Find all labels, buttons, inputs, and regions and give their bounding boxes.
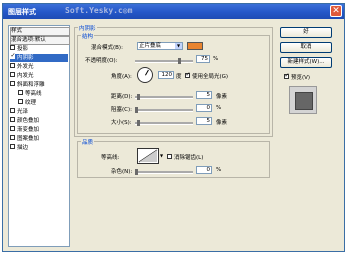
close-icon: ✕ — [332, 6, 340, 16]
style-list-item-outer-glow[interactable]: 外发光 — [10, 63, 68, 71]
style-list-label: 渐变叠加 — [17, 127, 40, 133]
style-list-item-contour[interactable]: 等高线 — [10, 90, 76, 98]
checkbox[interactable] — [10, 72, 15, 77]
checkbox[interactable] — [10, 144, 15, 149]
checkbox[interactable] — [10, 135, 15, 140]
noise-input[interactable]: 0 — [196, 166, 212, 174]
checkbox[interactable] — [10, 63, 15, 68]
style-list-label: 纹理 — [25, 100, 37, 106]
style-list-item-stroke[interactable]: 描边 — [10, 144, 68, 152]
checkbox[interactable] — [10, 117, 15, 122]
shadow-color-swatch[interactable] — [187, 42, 203, 50]
checkbox[interactable] — [10, 52, 16, 60]
chevron-down-icon: ▼ — [175, 43, 182, 49]
blend-mode-label: 混合模式(B): — [91, 45, 123, 51]
style-preview — [289, 86, 317, 114]
style-list-label: 描边 — [17, 145, 29, 151]
checkbox[interactable] — [10, 81, 15, 86]
contour-label: 等高线: — [101, 155, 120, 161]
angle-input[interactable]: 120 — [158, 71, 174, 79]
layer-style-dialog: 图层样式 Soft.Yesky.c◎m ✕ 样式 混合选项:默认 投影 内阴影 … — [2, 3, 345, 252]
distance-label: 距离(D): — [111, 94, 133, 100]
distance-slider-thumb[interactable] — [137, 94, 140, 100]
style-list-label: 斜面和浮雕 — [17, 82, 45, 88]
antialias-checkbox[interactable] — [167, 154, 172, 159]
style-list-item-styles[interactable]: 样式 — [10, 27, 70, 36]
opacity-slider[interactable] — [135, 58, 193, 64]
size-input[interactable]: 5 — [196, 117, 212, 125]
title-bar[interactable]: 图层样式 Soft.Yesky.c◎m ✕ — [3, 4, 344, 19]
checkbox[interactable] — [18, 90, 23, 95]
choke-slider[interactable] — [135, 107, 193, 113]
opacity-unit: % — [213, 56, 219, 62]
distance-slider[interactable] — [135, 94, 193, 100]
style-list-label: 等高线 — [25, 91, 42, 97]
blend-mode-select[interactable]: 正片叠底 ▼ — [137, 42, 183, 50]
inner-shadow-title: 内阴影 — [78, 24, 97, 32]
style-list-item-satin[interactable]: 光泽 — [10, 108, 68, 116]
style-list-label: 颜色叠加 — [17, 118, 40, 124]
preview-label: 预览(V) — [291, 75, 311, 81]
quality-title: 品质 — [81, 138, 95, 146]
distance-input[interactable]: 5 — [196, 91, 212, 99]
size-label: 大小(S): — [111, 120, 132, 126]
choke-input[interactable]: 0 — [196, 104, 212, 112]
size-slider-thumb[interactable] — [137, 120, 140, 126]
contour-picker[interactable] — [137, 148, 159, 164]
new-style-button[interactable]: 新建样式(W)... — [280, 57, 332, 68]
style-list-item-gradient-overlay[interactable]: 渐变叠加 — [10, 126, 68, 134]
style-list-label: 样式 — [11, 28, 23, 34]
chevron-down-icon[interactable]: ▼ — [160, 153, 163, 158]
size-unit: 像素 — [216, 120, 228, 126]
noise-slider-thumb[interactable] — [135, 169, 138, 175]
style-list-item-inner-glow[interactable]: 内发光 — [10, 72, 68, 80]
angle-dial[interactable] — [137, 67, 153, 83]
style-list-label: 内发光 — [17, 73, 34, 79]
angle-unit: 度 — [176, 74, 182, 80]
checkbox[interactable] — [10, 126, 15, 131]
global-light-label: 使用全局光(G) — [192, 74, 229, 80]
choke-unit: % — [216, 105, 222, 111]
style-list: 样式 混合选项:默认 投影 内阴影 外发光 内发光 斜面和浮雕 等高线 纹理 光… — [8, 25, 70, 247]
checkbox[interactable] — [10, 108, 15, 113]
global-light-checkbox[interactable] — [185, 71, 191, 78]
choke-label: 阻塞(C): — [111, 107, 132, 113]
watermark: Soft.Yesky.c◎m — [65, 6, 133, 15]
noise-label: 杂色(N): — [111, 169, 133, 175]
style-list-item-inner-shadow[interactable]: 内阴影 — [10, 52, 68, 62]
blend-mode-value: 正片叠底 — [139, 43, 162, 49]
style-list-label: 图案叠加 — [17, 136, 40, 142]
close-button[interactable]: ✕ — [330, 5, 342, 17]
choke-slider-thumb[interactable] — [135, 107, 138, 113]
style-list-item-pattern-overlay[interactable]: 图案叠加 — [10, 135, 68, 143]
preview-checkbox[interactable] — [284, 72, 290, 79]
structure-title: 结构 — [81, 32, 95, 40]
angle-label: 角度(A): — [111, 74, 132, 80]
preview-swatch — [295, 92, 313, 110]
distance-unit: 像素 — [216, 94, 228, 100]
style-list-item-bevel-emboss[interactable]: 斜面和浮雕 — [10, 81, 68, 89]
style-list-item-texture[interactable]: 纹理 — [10, 99, 76, 107]
checkbox[interactable] — [18, 99, 23, 104]
style-list-label: 投影 — [17, 46, 29, 52]
ok-button[interactable]: 好 — [280, 27, 332, 38]
style-list-label: 内阴影 — [17, 55, 34, 61]
style-list-item-color-overlay[interactable]: 颜色叠加 — [10, 117, 68, 125]
opacity-slider-thumb[interactable] — [178, 58, 181, 64]
size-slider[interactable] — [135, 120, 193, 126]
checkbox[interactable] — [10, 45, 15, 50]
opacity-label: 不透明度(O): — [85, 58, 118, 64]
cancel-button[interactable]: 取消 — [280, 42, 332, 53]
contour-curve-icon — [138, 149, 158, 163]
noise-slider[interactable] — [135, 169, 193, 175]
noise-unit: % — [216, 167, 222, 173]
opacity-input[interactable]: 75 — [196, 55, 210, 63]
style-list-label: 光泽 — [17, 109, 29, 115]
style-list-label: 外发光 — [17, 64, 34, 70]
style-list-item-drop-shadow[interactable]: 投影 — [10, 45, 68, 53]
style-list-item-blending-options[interactable]: 混合选项:默认 — [10, 36, 70, 45]
antialias-label: 消除锯齿(L) — [174, 155, 204, 161]
dialog-title: 图层样式 — [8, 8, 36, 16]
style-list-label: 混合选项:默认 — [11, 37, 46, 43]
